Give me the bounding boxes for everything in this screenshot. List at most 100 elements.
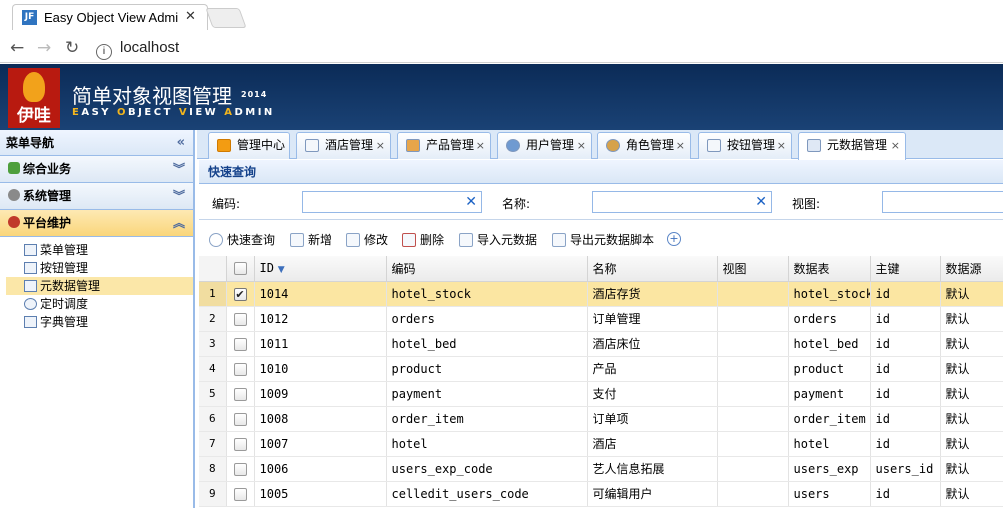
cell-code: payment (386, 381, 588, 407)
browser-tab-strip: JF Easy Object View Admi ✕ (0, 0, 1003, 33)
delete-icon (402, 233, 416, 247)
add-button[interactable]: 新增 (290, 231, 332, 248)
row-checkbox[interactable] (226, 481, 255, 507)
cell-name: 支付 (587, 381, 718, 407)
checkbox-icon[interactable] (233, 312, 247, 326)
row-number: 7 (199, 431, 227, 457)
table-row[interactable]: 5 1009 payment 支付 payment id 默认 (199, 381, 1003, 407)
tab-hotel[interactable]: 酒店管理 × (296, 132, 391, 159)
checkbox-icon[interactable] (233, 337, 247, 351)
close-tab-icon[interactable]: × (476, 133, 485, 158)
checkbox-icon[interactable] (233, 362, 247, 376)
app-title: 简单对象视图管理 (72, 84, 232, 108)
clear-icon[interactable]: ✕ (465, 194, 477, 210)
sidebar-group-platform[interactable]: 平台维护 ︽ (0, 210, 193, 237)
back-icon[interactable]: ← (10, 38, 24, 58)
sidebar-item-metadata[interactable]: 元数据管理 (6, 277, 193, 295)
table-row[interactable]: 7 1007 hotel 酒店 hotel id 默认 (199, 431, 1003, 457)
tab-buttons[interactable]: 按钮管理 × (698, 132, 792, 159)
checkbox-icon[interactable] (233, 287, 247, 301)
row-checkbox[interactable] (226, 431, 255, 457)
row-checkbox[interactable] (226, 331, 255, 357)
name-input[interactable]: ✕ (592, 191, 772, 213)
tab-dashboard[interactable]: 管理中心 (208, 132, 290, 159)
row-checkbox[interactable] (226, 456, 255, 482)
close-tab-icon[interactable]: × (376, 133, 385, 158)
checkbox-icon[interactable] (233, 262, 247, 276)
table-row[interactable]: 9 1005 celledit_users_code 可编辑用户 users id 默认 (199, 481, 1003, 507)
quick-search-header: 快速查询 (199, 160, 1003, 184)
sidebar-item-dictionary[interactable]: 字典管理 (0, 313, 193, 331)
app-year: 2014 (241, 90, 268, 99)
cell-datasource: 默认 (940, 306, 1003, 332)
sidebar-group-system[interactable]: 系统管理 ︾ (0, 183, 193, 210)
table-row[interactable]: 6 1008 order_item 订单项 order_item id 默认 (199, 406, 1003, 432)
column-header-datasource[interactable]: 数据源 (940, 256, 1003, 282)
info-icon[interactable]: i (96, 44, 112, 60)
row-checkbox[interactable] (226, 281, 255, 307)
column-header-id[interactable]: ID ▼ (254, 256, 387, 282)
grid-toolbar: 快速查询 新增 修改 删除 导入元数据 导出元数据脚本 + (199, 225, 1003, 253)
row-number: 2 (199, 306, 227, 332)
close-tab-icon[interactable]: ✕ (185, 9, 196, 24)
forward-icon[interactable]: → (37, 38, 51, 58)
subtitle-letter: A (224, 107, 235, 118)
table-row[interactable]: 3 1011 hotel_bed 酒店床位 hotel_bed id 默认 (199, 331, 1003, 357)
sidebar-item-menu[interactable]: 菜单管理 (0, 241, 193, 259)
edit-button[interactable]: 修改 (346, 231, 388, 248)
cell-code: orders (386, 306, 588, 332)
button-label: 导出元数据脚本 (570, 233, 655, 247)
code-input[interactable]: ✕ (302, 191, 482, 213)
box-icon (406, 139, 420, 152)
table-row[interactable]: 2 1012 orders 订单管理 orders id 默认 (199, 306, 1003, 332)
delete-button[interactable]: 删除 (402, 231, 444, 248)
more-button[interactable]: + (667, 231, 681, 246)
close-tab-icon[interactable]: × (676, 133, 685, 158)
reload-icon[interactable]: ↻ (65, 38, 79, 58)
cell-datasource: 默认 (940, 331, 1003, 357)
new-tab-button[interactable] (205, 8, 247, 28)
checkbox-icon[interactable] (233, 487, 247, 501)
tab-user[interactable]: 用户管理 × (497, 132, 592, 159)
checkbox-icon[interactable] (233, 387, 247, 401)
collapse-sidebar-icon[interactable]: « (177, 130, 185, 156)
close-tab-icon[interactable]: × (577, 133, 586, 158)
sidebar-item-buttons[interactable]: 按钮管理 (0, 259, 193, 277)
column-header-table[interactable]: 数据表 (788, 256, 871, 282)
checkbox-icon[interactable] (233, 462, 247, 476)
expand-icon[interactable]: ︾ (173, 183, 185, 210)
collapse-icon[interactable]: ︽ (173, 210, 185, 237)
browser-tab[interactable]: JF Easy Object View Admi ✕ (12, 4, 208, 30)
checkbox-icon[interactable] (233, 412, 247, 426)
row-checkbox[interactable] (226, 406, 255, 432)
import-button[interactable]: 导入元数据 (459, 231, 537, 248)
cell-id: 1009 (254, 381, 387, 407)
table-row[interactable]: 8 1006 users_exp_code 艺人信息拓展 users_exp users_… (199, 456, 1003, 482)
column-header-pk[interactable]: 主键 (870, 256, 941, 282)
row-checkbox[interactable] (226, 381, 255, 407)
column-header-view[interactable]: 视图 (717, 256, 789, 282)
cell-table: hotel_stock (788, 281, 871, 307)
quick-search-button[interactable]: 快速查询 (209, 231, 275, 248)
row-checkbox[interactable] (226, 356, 255, 382)
close-tab-icon[interactable]: × (891, 133, 900, 158)
sidebar-group-business[interactable]: 综合业务 ︾ (0, 156, 193, 183)
export-button[interactable]: 导出元数据脚本 (552, 231, 654, 248)
select-all-checkbox[interactable] (226, 256, 255, 282)
sidebar: 菜单导航 « 综合业务 ︾ 系统管理 ︾ 平台维护 ︽ 菜单管理 按钮管理 元数… (0, 130, 195, 508)
clear-icon[interactable]: ✕ (755, 194, 767, 210)
table-row[interactable]: 4 1010 product 产品 product id 默认 (199, 356, 1003, 382)
column-header-code[interactable]: 编码 (386, 256, 588, 282)
row-checkbox[interactable] (226, 306, 255, 332)
view-input[interactable] (882, 191, 1003, 213)
sidebar-item-schedule[interactable]: 定时调度 (0, 295, 193, 313)
close-tab-icon[interactable]: × (777, 133, 786, 158)
tab-role[interactable]: 角色管理 × (597, 132, 691, 159)
checkbox-icon[interactable] (233, 437, 247, 451)
tab-product[interactable]: 产品管理 × (397, 132, 491, 159)
column-header-name[interactable]: 名称 (587, 256, 718, 282)
url-field[interactable]: i localhost (96, 36, 996, 60)
tab-metadata[interactable]: 元数据管理 × (798, 132, 906, 160)
expand-icon[interactable]: ︾ (173, 156, 185, 183)
table-row[interactable]: 11014hotel_stock酒店存货hotel_stockid默认 (199, 281, 1003, 307)
